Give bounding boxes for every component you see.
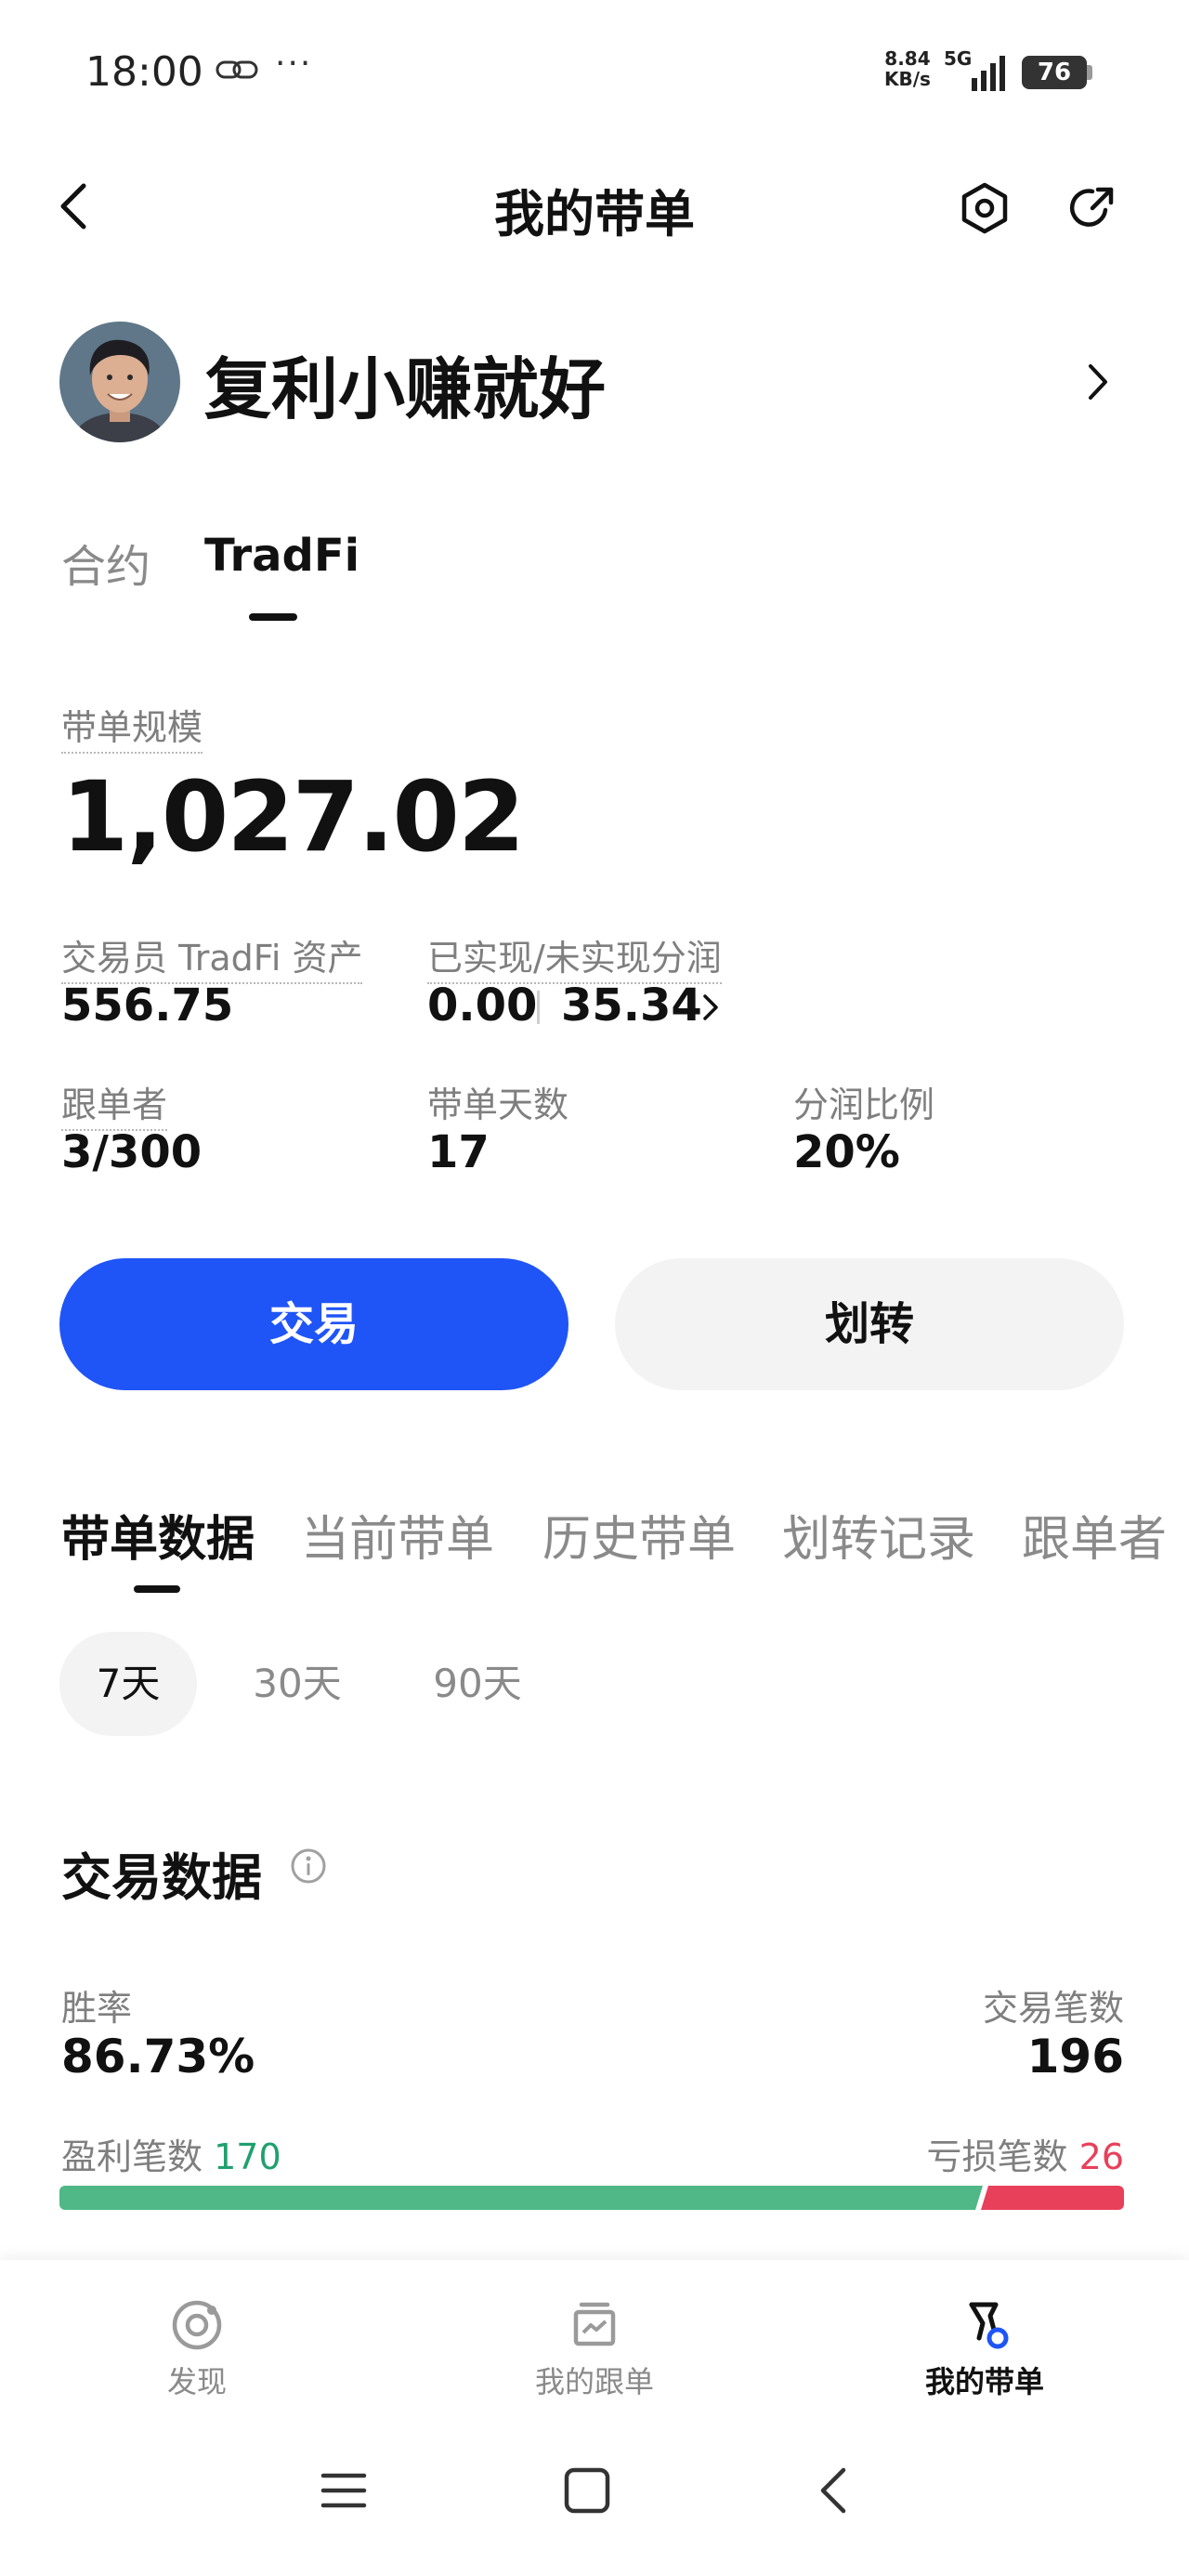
net-speed-value: 8.84 [884, 47, 931, 70]
range-90d[interactable]: 90天 [412, 1632, 542, 1736]
discover-icon [172, 2300, 222, 2350]
profit-count-label: 盈利笔数 [61, 2136, 203, 2177]
nav-label: 我的带单 [924, 2364, 1044, 2399]
nav-label: 我的跟单 [534, 2364, 654, 2399]
tab-transfer-records[interactable]: 划转记录 [782, 1500, 975, 1570]
profit-share-label[interactable]: 已实现/未实现分润 [427, 929, 722, 984]
profit-count-value: 170 [214, 2136, 281, 2177]
range-7d[interactable]: 7天 [59, 1632, 197, 1736]
net-speed: 8.84 KB/s [884, 48, 931, 89]
tab-current-lead[interactable]: 当前带单 [301, 1500, 494, 1570]
copy-trade-icon [573, 2302, 616, 2346]
ratio-value: 20% [793, 1126, 900, 1178]
profit-count-row: 盈利笔数 170 [61, 2128, 281, 2179]
range-30d[interactable]: 30天 [232, 1632, 362, 1736]
win-rate-label: 胜率 [61, 1988, 133, 2029]
realized-profit-share: 0.00 [427, 979, 538, 1032]
profit-loss-bar [59, 2186, 1124, 2210]
more-status-icon: ··· [275, 45, 313, 83]
share-icon[interactable] [1065, 180, 1120, 236]
back-icon[interactable] [806, 2463, 862, 2518]
nav-my-copy[interactable]: 我的跟单 [483, 2295, 706, 2401]
chevron-right-icon[interactable] [1083, 359, 1111, 405]
days-label: 带单天数 [427, 1084, 569, 1125]
profit-bar-segment [59, 2186, 983, 2210]
battery-icon: 76 [1022, 56, 1087, 89]
transfer-button[interactable]: 划转 [615, 1258, 1124, 1390]
scale-label[interactable]: 带单规模 [61, 699, 203, 754]
win-rate-value: 86.73% [61, 2030, 255, 2083]
nav-my-lead[interactable]: 我的带单 [873, 2295, 1096, 2401]
tab-tradfi[interactable]: TradFi [204, 530, 359, 582]
trade-button[interactable]: 交易 [59, 1258, 568, 1390]
settings-icon[interactable] [957, 180, 1013, 236]
nav-label: 发现 [166, 2364, 227, 2399]
trader-assets-value: 556.75 [61, 979, 234, 1032]
home-icon[interactable] [559, 2463, 615, 2518]
ratio-label: 分润比例 [793, 1084, 935, 1125]
loss-bar-segment [981, 2186, 1124, 2210]
trade-count-value: 196 [1026, 2030, 1124, 2083]
net-speed-unit: KB/s [884, 68, 931, 90]
trade-data-title: 交易数据 [61, 1848, 262, 1907]
info-icon[interactable] [290, 1847, 327, 1885]
scale-value: 1,027.02 [61, 760, 525, 874]
section-tab-indicator [134, 1585, 180, 1593]
avatar[interactable] [59, 322, 180, 442]
lead-trade-icon [969, 2302, 1009, 2349]
status-time: 18:00 [85, 48, 203, 96]
chevron-right-icon[interactable] [700, 991, 721, 1024]
unrealized-profit-share[interactable]: 35.34 [561, 979, 702, 1032]
tab-history-lead[interactable]: 历史带单 [542, 1500, 736, 1570]
nav-discover[interactable]: 发现 [85, 2295, 308, 2401]
days-value: 17 [427, 1126, 490, 1178]
tab-contract[interactable]: 合约 [61, 530, 150, 595]
profile-name[interactable]: 复利小赚就好 [204, 335, 606, 432]
battery-tip [1087, 65, 1092, 80]
followers-value: 3/300 [61, 1126, 203, 1178]
trader-assets-label[interactable]: 交易员 TradFi 资产 [61, 929, 363, 984]
divider [537, 991, 540, 1024]
loss-count-label: 亏损笔数 [926, 2136, 1068, 2177]
tab-followers[interactable]: 跟单者 [1022, 1500, 1167, 1570]
tab-lead-data[interactable]: 带单数据 [61, 1500, 255, 1570]
loss-count-value: 26 [1078, 2136, 1124, 2177]
followers-label[interactable]: 跟单者 [61, 1076, 168, 1131]
signal-icon [972, 56, 1005, 91]
menu-icon[interactable] [316, 2463, 372, 2518]
loss-count-row: 亏损笔数 26 [927, 2128, 1124, 2179]
link-icon [216, 60, 258, 79]
tab-indicator [249, 613, 297, 621]
trade-count-label: 交易笔数 [982, 1988, 1124, 2029]
